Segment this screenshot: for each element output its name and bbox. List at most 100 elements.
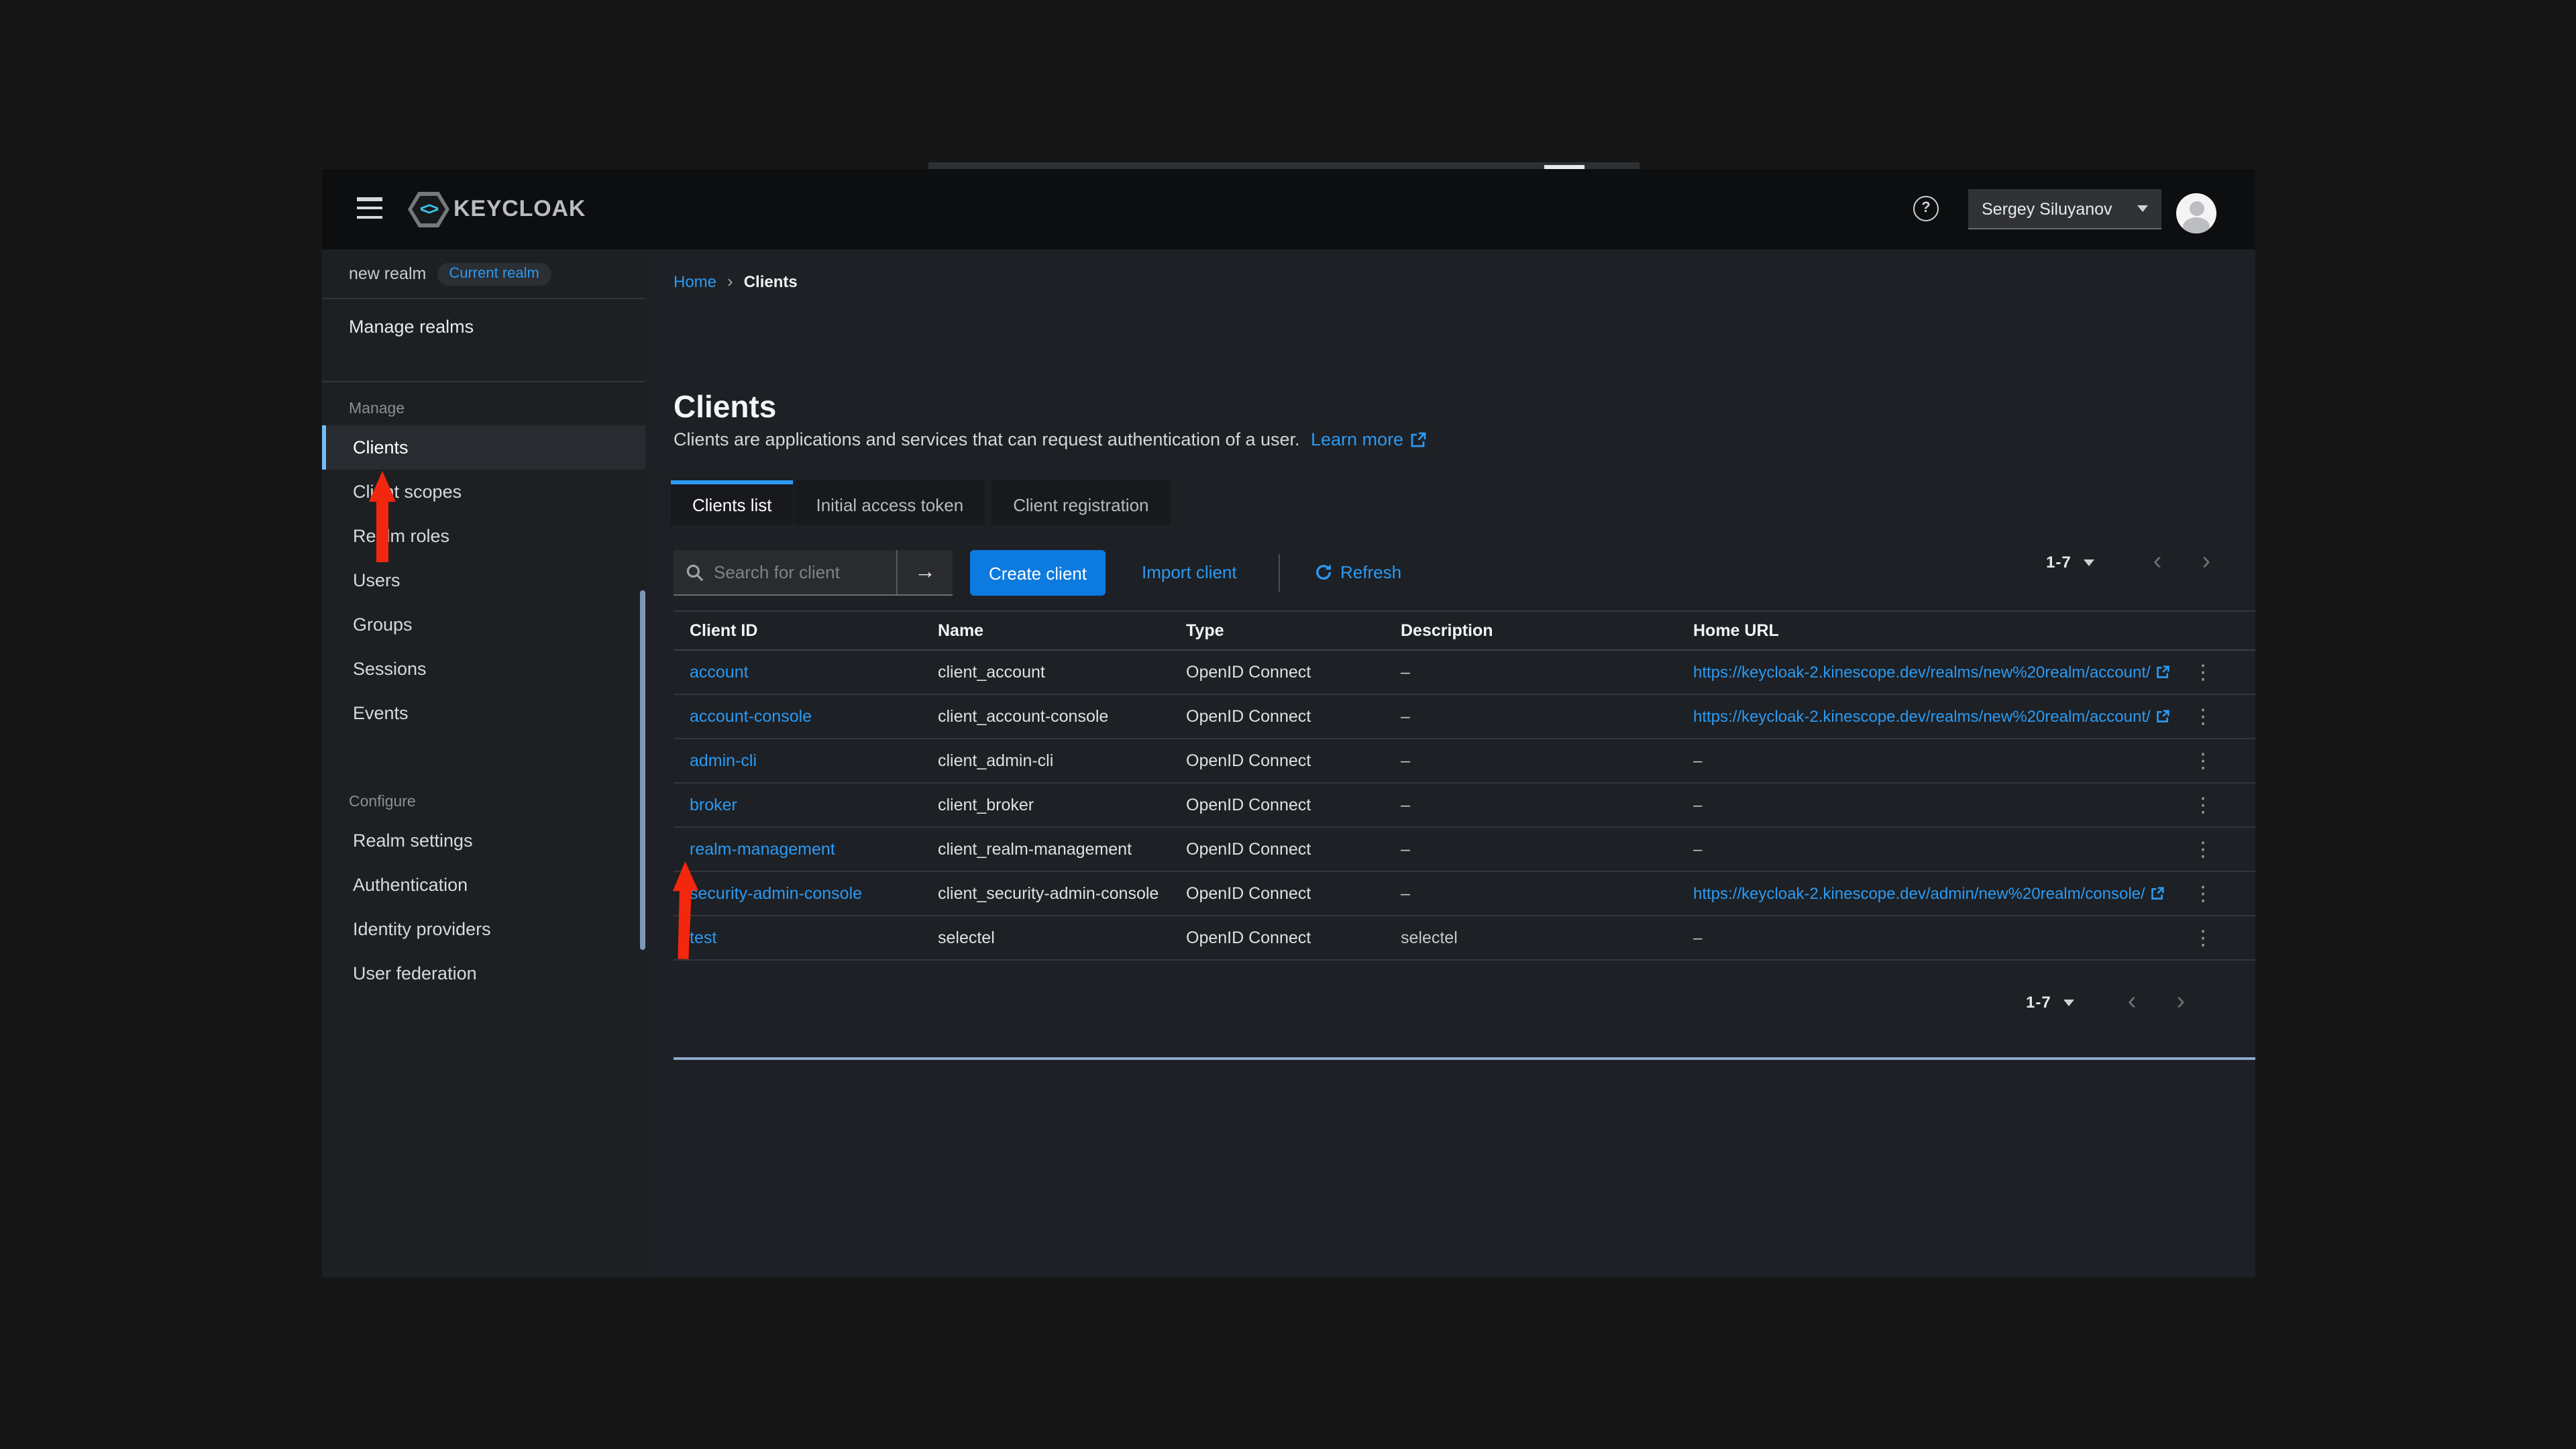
user-menu-dropdown[interactable]: Sergey Siluyanov — [1968, 189, 2161, 229]
sidebar-item-events[interactable]: Events — [322, 691, 645, 735]
next-page-button[interactable]: › — [2202, 554, 2210, 570]
sidebar-item-manage-realms[interactable]: Manage realms — [322, 299, 645, 353]
client-home-url: – — [1693, 784, 1702, 826]
client-home-url: – — [1693, 828, 1702, 871]
client-id-link[interactable]: broker — [690, 784, 737, 826]
col-client-id: Client ID — [690, 612, 757, 649]
search-placeholder: Search for client — [714, 562, 840, 582]
clients-table: Client ID Name Type Description Home URL… — [674, 610, 2255, 961]
prev-page-button[interactable]: ‹ — [2128, 994, 2137, 1010]
home-url-link[interactable]: https://keycloak-2.kinescope.dev/admin/n… — [1693, 872, 2164, 915]
client-name: client_account — [938, 651, 1045, 694]
prev-page-button[interactable]: ‹ — [2153, 554, 2162, 570]
col-name: Name — [938, 612, 983, 649]
client-home-url: – — [1693, 916, 1702, 959]
sidebar-item-realm-settings[interactable]: Realm settings — [322, 818, 645, 863]
client-description: – — [1401, 695, 1410, 738]
realm-switcher[interactable]: new realm Current realm — [322, 250, 645, 299]
keycloak-hexagon-icon: <> — [408, 191, 449, 227]
kebab-menu-icon[interactable]: ⋮ — [2187, 828, 2219, 871]
main-content: Home › Clients Clients Clients are appli… — [645, 250, 2255, 1277]
client-id-link[interactable]: realm-management — [690, 828, 835, 871]
breadcrumb-home-link[interactable]: Home — [674, 272, 716, 290]
brand-wordmark: KEYCLOAK — [453, 196, 586, 223]
sidebar-item-groups[interactable]: Groups — [322, 602, 645, 647]
sidebar-item-users[interactable]: Users — [322, 558, 645, 602]
client-name: client_broker — [938, 784, 1034, 826]
sidebar-item-realm-roles[interactable]: Realm roles — [322, 514, 645, 558]
sidebar-item-identity-providers[interactable]: Identity providers — [322, 907, 645, 951]
kebab-menu-icon[interactable]: ⋮ — [2187, 695, 2219, 738]
create-client-button[interactable]: Create client — [970, 550, 1106, 596]
refresh-link[interactable]: Refresh — [1315, 562, 1401, 582]
kebab-menu-icon[interactable]: ⋮ — [2187, 916, 2219, 959]
client-id-link[interactable]: account — [690, 651, 749, 694]
section-label-manage: Manage — [322, 382, 645, 425]
client-name: client_realm-management — [938, 828, 1132, 871]
keycloak-logo: <> KEYCLOAK — [408, 189, 586, 229]
tab-client-registration[interactable]: Client registration — [991, 480, 1170, 525]
client-id-link[interactable]: security-admin-console — [690, 872, 862, 915]
kebab-menu-icon[interactable]: ⋮ — [2187, 739, 2219, 782]
search-submit-button[interactable]: → — [896, 550, 953, 594]
external-link-icon — [2156, 665, 2169, 679]
sidebar-item-authentication[interactable]: Authentication — [322, 863, 645, 907]
client-description: – — [1401, 739, 1410, 782]
per-page-caret-icon[interactable] — [2084, 559, 2094, 566]
sidebar-scrollbar[interactable] — [640, 590, 645, 950]
client-type: OpenID Connect — [1186, 828, 1311, 871]
tab-bar: Clients list Initial access token Client… — [671, 480, 1172, 525]
table-row-broker: brokerclient_brokerOpenID Connect––⋮ — [674, 784, 2255, 828]
col-home-url: Home URL — [1693, 612, 1779, 649]
client-id-link[interactable]: admin-cli — [690, 739, 757, 782]
toolbar: Search for client → Create client Import… — [645, 550, 2255, 596]
pagination-bottom: 1-7 ‹ › — [2026, 993, 2185, 1012]
user-name: Sergey Siluyanov — [1982, 199, 2112, 218]
client-home-url: https://keycloak-2.kinescope.dev/admin/n… — [1693, 872, 2164, 915]
current-realm-badge: Current realm — [437, 262, 551, 285]
search-input[interactable]: Search for client → — [674, 550, 953, 596]
client-type: OpenID Connect — [1186, 916, 1311, 959]
page-description: Clients are applications and services th… — [674, 429, 1300, 449]
sidebar-item-sessions[interactable]: Sessions — [322, 647, 645, 691]
tab-initial-access-token[interactable]: Initial access token — [795, 480, 985, 525]
sidebar-item-user-federation[interactable]: User federation — [322, 951, 645, 996]
sidebar-item-client-scopes[interactable]: Client scopes — [322, 470, 645, 514]
kebab-menu-icon[interactable]: ⋮ — [2187, 651, 2219, 694]
client-description: – — [1401, 828, 1410, 871]
client-id-link[interactable]: test — [690, 916, 716, 959]
col-type: Type — [1186, 612, 1224, 649]
home-url-link[interactable]: https://keycloak-2.kinescope.dev/realms/… — [1693, 651, 2169, 694]
client-home-url: https://keycloak-2.kinescope.dev/realms/… — [1693, 651, 2169, 694]
table-row-security-admin-console: security-admin-consoleclient_security-ad… — [674, 872, 2255, 916]
keycloak-admin-window: <> KEYCLOAK ? Sergey Siluyanov new realm… — [322, 169, 2255, 1277]
client-description: – — [1401, 651, 1410, 694]
pagination-top: 1-7 ‹ › — [2046, 553, 2210, 572]
page-title: Clients — [674, 389, 776, 425]
table-row-test: testselectelOpenID Connectselectel–⋮ — [674, 916, 2255, 961]
import-client-link[interactable]: Import client — [1142, 562, 1237, 582]
sidebar-nav: new realm Current realm Manage realms Ma… — [322, 250, 645, 1277]
tab-clients-list[interactable]: Clients list — [671, 480, 794, 525]
client-id-link[interactable]: account-console — [690, 695, 812, 738]
masthead: <> KEYCLOAK ? Sergey Siluyanov — [322, 169, 2255, 250]
kebab-menu-icon[interactable]: ⋮ — [2187, 784, 2219, 826]
section-label-configure: Configure — [322, 775, 645, 818]
chevron-down-icon — [2137, 205, 2148, 212]
client-home-url: – — [1693, 739, 1702, 782]
per-page-caret-icon[interactable] — [2063, 999, 2074, 1006]
sidebar-item-clients[interactable]: Clients — [322, 425, 645, 470]
next-page-button[interactable]: › — [2176, 994, 2185, 1010]
col-description: Description — [1401, 612, 1493, 649]
avatar[interactable] — [2176, 193, 2216, 233]
learn-more-link[interactable]: Learn more — [1311, 429, 1426, 449]
help-icon[interactable]: ? — [1913, 196, 1939, 221]
client-type: OpenID Connect — [1186, 651, 1311, 694]
kebab-menu-icon[interactable]: ⋮ — [2187, 872, 2219, 915]
refresh-icon — [1315, 564, 1332, 581]
nav-group-manage: ClientsClient scopesRealm rolesUsersGrou… — [322, 425, 645, 735]
home-url-link[interactable]: https://keycloak-2.kinescope.dev/realms/… — [1693, 695, 2169, 738]
hamburger-menu-icon[interactable] — [357, 197, 382, 220]
client-description: – — [1401, 872, 1410, 915]
client-description: selectel — [1401, 916, 1458, 959]
